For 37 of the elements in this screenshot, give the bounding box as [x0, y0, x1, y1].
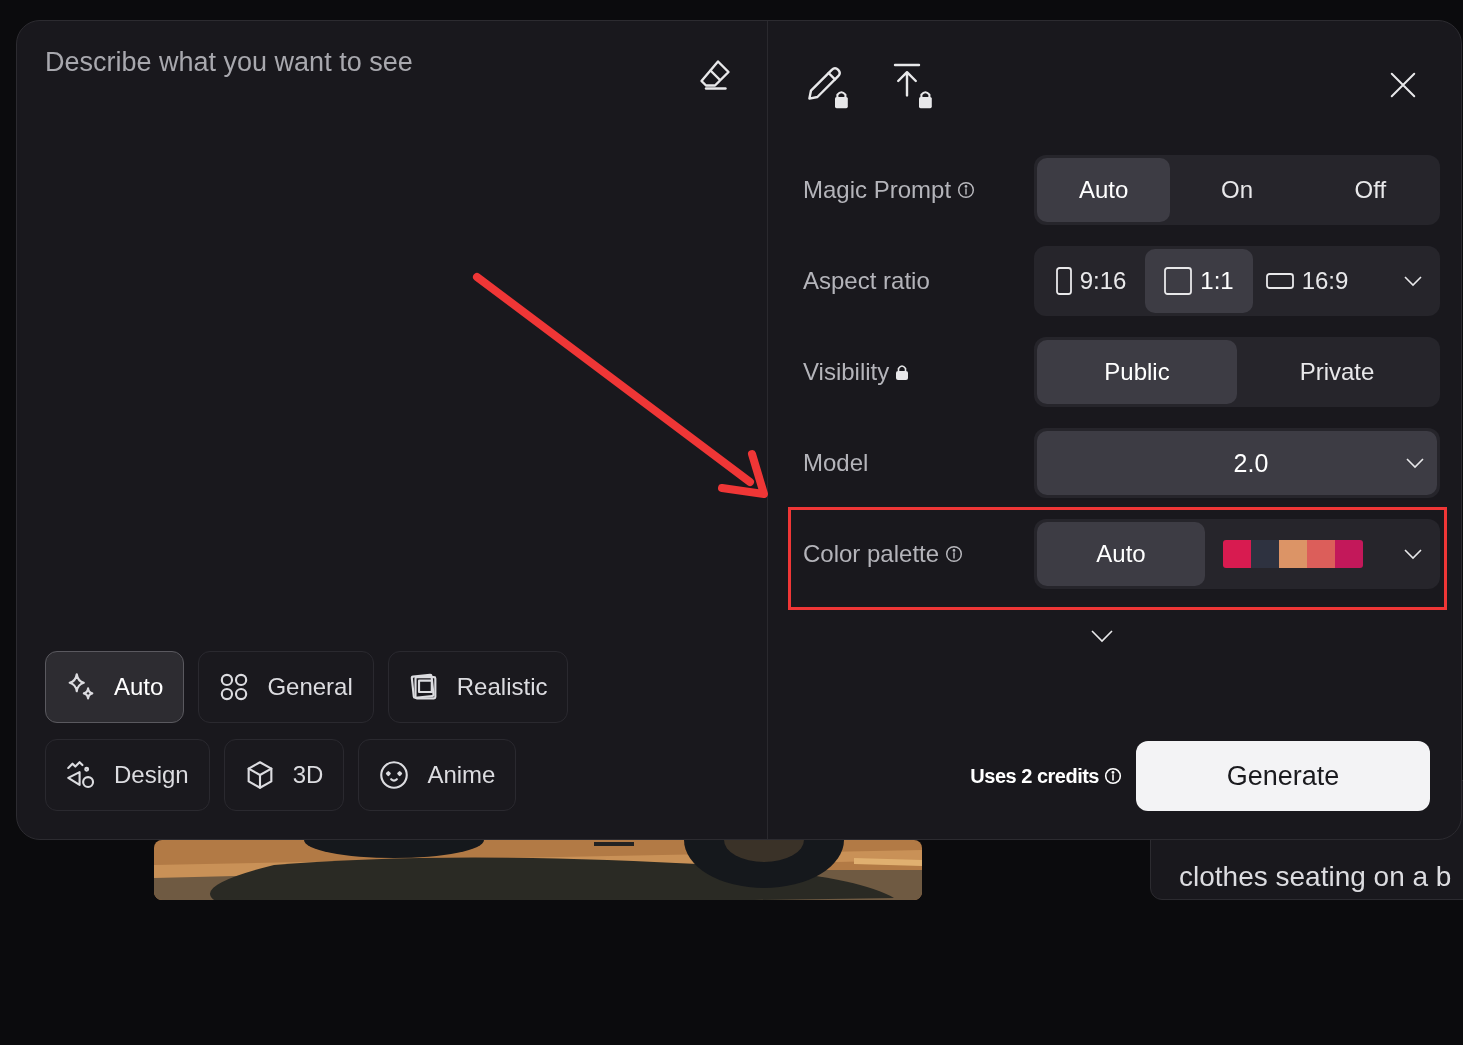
style-chip[interactable]: 3D — [223, 739, 345, 811]
style-chip[interactable]: Design — [45, 739, 210, 811]
style-chip[interactable]: Auto — [45, 651, 185, 723]
setting-label: Aspect ratio — [803, 267, 930, 295]
model-dropdown[interactable]: 2.0 — [1037, 431, 1437, 495]
option-button[interactable]: Public — [1037, 340, 1237, 404]
caption-text: clothes seating on a b — [1179, 861, 1452, 893]
square-icon — [1164, 267, 1193, 295]
option-button[interactable]: Private — [1237, 340, 1437, 404]
info-icon[interactable] — [957, 181, 976, 199]
chevron-down-icon — [1405, 457, 1425, 469]
option-button[interactable]: On — [1170, 158, 1304, 222]
option-button[interactable]: Auto — [1037, 522, 1205, 586]
generate-button[interactable]: Generate — [1136, 741, 1430, 811]
setting-label: Color palette — [803, 540, 940, 568]
portrait-icon — [1055, 267, 1072, 295]
ratio-button[interactable]: 9:16 — [1037, 249, 1145, 313]
option-button[interactable]: Off — [1303, 158, 1437, 222]
setting-label: Visibility — [803, 358, 890, 386]
setting-label: Model — [803, 449, 869, 477]
prompt-field[interactable]: Describe what you want to see — [45, 43, 697, 82]
palette-swatch[interactable] — [1223, 540, 1363, 568]
eraser-icon[interactable] — [697, 57, 733, 93]
ratio-button[interactable]: 1:1 — [1145, 249, 1253, 313]
expand-chevron-icon[interactable] — [1089, 629, 1114, 643]
chevron-down-icon[interactable] — [1403, 548, 1423, 560]
style-chip[interactable]: General — [198, 651, 374, 723]
setting-label: Magic Prompt — [803, 176, 952, 204]
ratio-button[interactable]: 16:9 — [1253, 249, 1361, 313]
credits-text: Uses 2 credits — [970, 764, 1099, 788]
option-button[interactable]: Auto — [1037, 158, 1171, 222]
info-icon[interactable] — [945, 545, 964, 563]
chevron-down-icon[interactable] — [1403, 275, 1423, 287]
style-chip[interactable]: Realistic — [387, 651, 569, 723]
landscape-icon — [1265, 273, 1294, 289]
style-chip[interactable]: Anime — [358, 739, 517, 811]
close-button[interactable] — [1388, 70, 1418, 100]
